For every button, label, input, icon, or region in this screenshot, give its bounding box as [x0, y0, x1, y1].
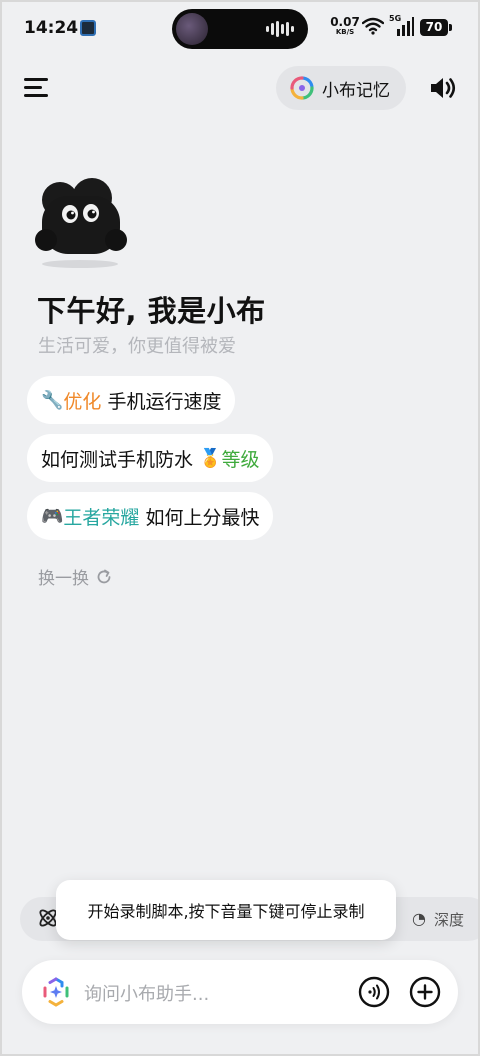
deep-think-icon: ◔ — [412, 909, 426, 928]
net-speed-unit: KB/S — [335, 28, 355, 36]
greeting-title: 下午好, 我是小布 — [37, 294, 266, 328]
speaker-icon — [431, 78, 456, 98]
assistant-logo-icon — [43, 977, 69, 1007]
menu-icon — [24, 78, 48, 81]
chip-highlight: 等级 — [221, 448, 260, 471]
memory-icon — [290, 76, 314, 100]
net-speed: 0.07 KB/S — [330, 16, 360, 36]
mascot-image — [35, 178, 127, 268]
suggestion-chip-1[interactable]: 🔧 优化 手机运行速度 — [27, 376, 236, 424]
refresh-label: 换一换 — [38, 569, 89, 589]
wifi-icon — [362, 17, 384, 35]
media-cover-icon — [176, 13, 208, 45]
add-button[interactable] — [409, 976, 441, 1008]
greeting-subtitle: 生活可爱，你更值得被爱 — [38, 336, 236, 357]
refresh-icon — [97, 569, 111, 583]
gamepad-icon: 🎮 — [41, 505, 64, 527]
toast-text: 开始录制脚本,按下音量下键可停止录制 — [87, 902, 365, 921]
menu-icon-line — [24, 86, 42, 89]
suggestion-chip-2[interactable]: 如何测试手机防水 🏅 等级 — [27, 434, 274, 482]
deep-think-label[interactable]: 深度 — [434, 909, 464, 930]
wrench-icon: 🔧 — [41, 389, 64, 411]
status-time: 14:24 — [24, 18, 79, 38]
signal-icon — [397, 17, 414, 36]
battery-nub — [449, 24, 452, 31]
dynamic-island[interactable] — [172, 9, 308, 49]
net-speed-value: 0.07 — [330, 15, 360, 29]
query-input[interactable]: 询问小布助手... — [84, 980, 209, 1006]
memory-button[interactable]: 小布记忆 — [276, 66, 406, 110]
speaker-button[interactable] — [428, 74, 458, 102]
menu-icon-line — [24, 94, 48, 97]
battery-icon: 70 — [420, 19, 448, 36]
recording-toast: 开始录制脚本,按下音量下键可停止录制 — [56, 880, 396, 940]
memory-label: 小布记忆 — [322, 80, 390, 101]
plus-icon — [409, 976, 441, 1008]
menu-button[interactable] — [24, 76, 50, 100]
chip-highlight: 优化 — [63, 390, 102, 413]
chip-highlight: 王者荣耀 — [63, 506, 140, 529]
audio-wave-icon — [266, 21, 294, 37]
medal-icon: 🏅 — [199, 447, 222, 469]
status-bar: 14:24 0.07 KB/S 5G 70 — [0, 0, 480, 56]
suggestion-chip-3[interactable]: 🎮 王者荣耀 如何上分最快 — [27, 492, 274, 540]
notification-app-icon — [80, 20, 96, 36]
refresh-button[interactable]: 换一换 — [38, 564, 113, 589]
chip-text: 如何上分最快 — [139, 506, 260, 529]
chip-text: 手机运行速度 — [101, 390, 222, 413]
voice-button[interactable] — [358, 976, 390, 1008]
chip-text: 如何测试手机防水 — [41, 448, 200, 471]
voice-icon — [358, 976, 390, 1008]
